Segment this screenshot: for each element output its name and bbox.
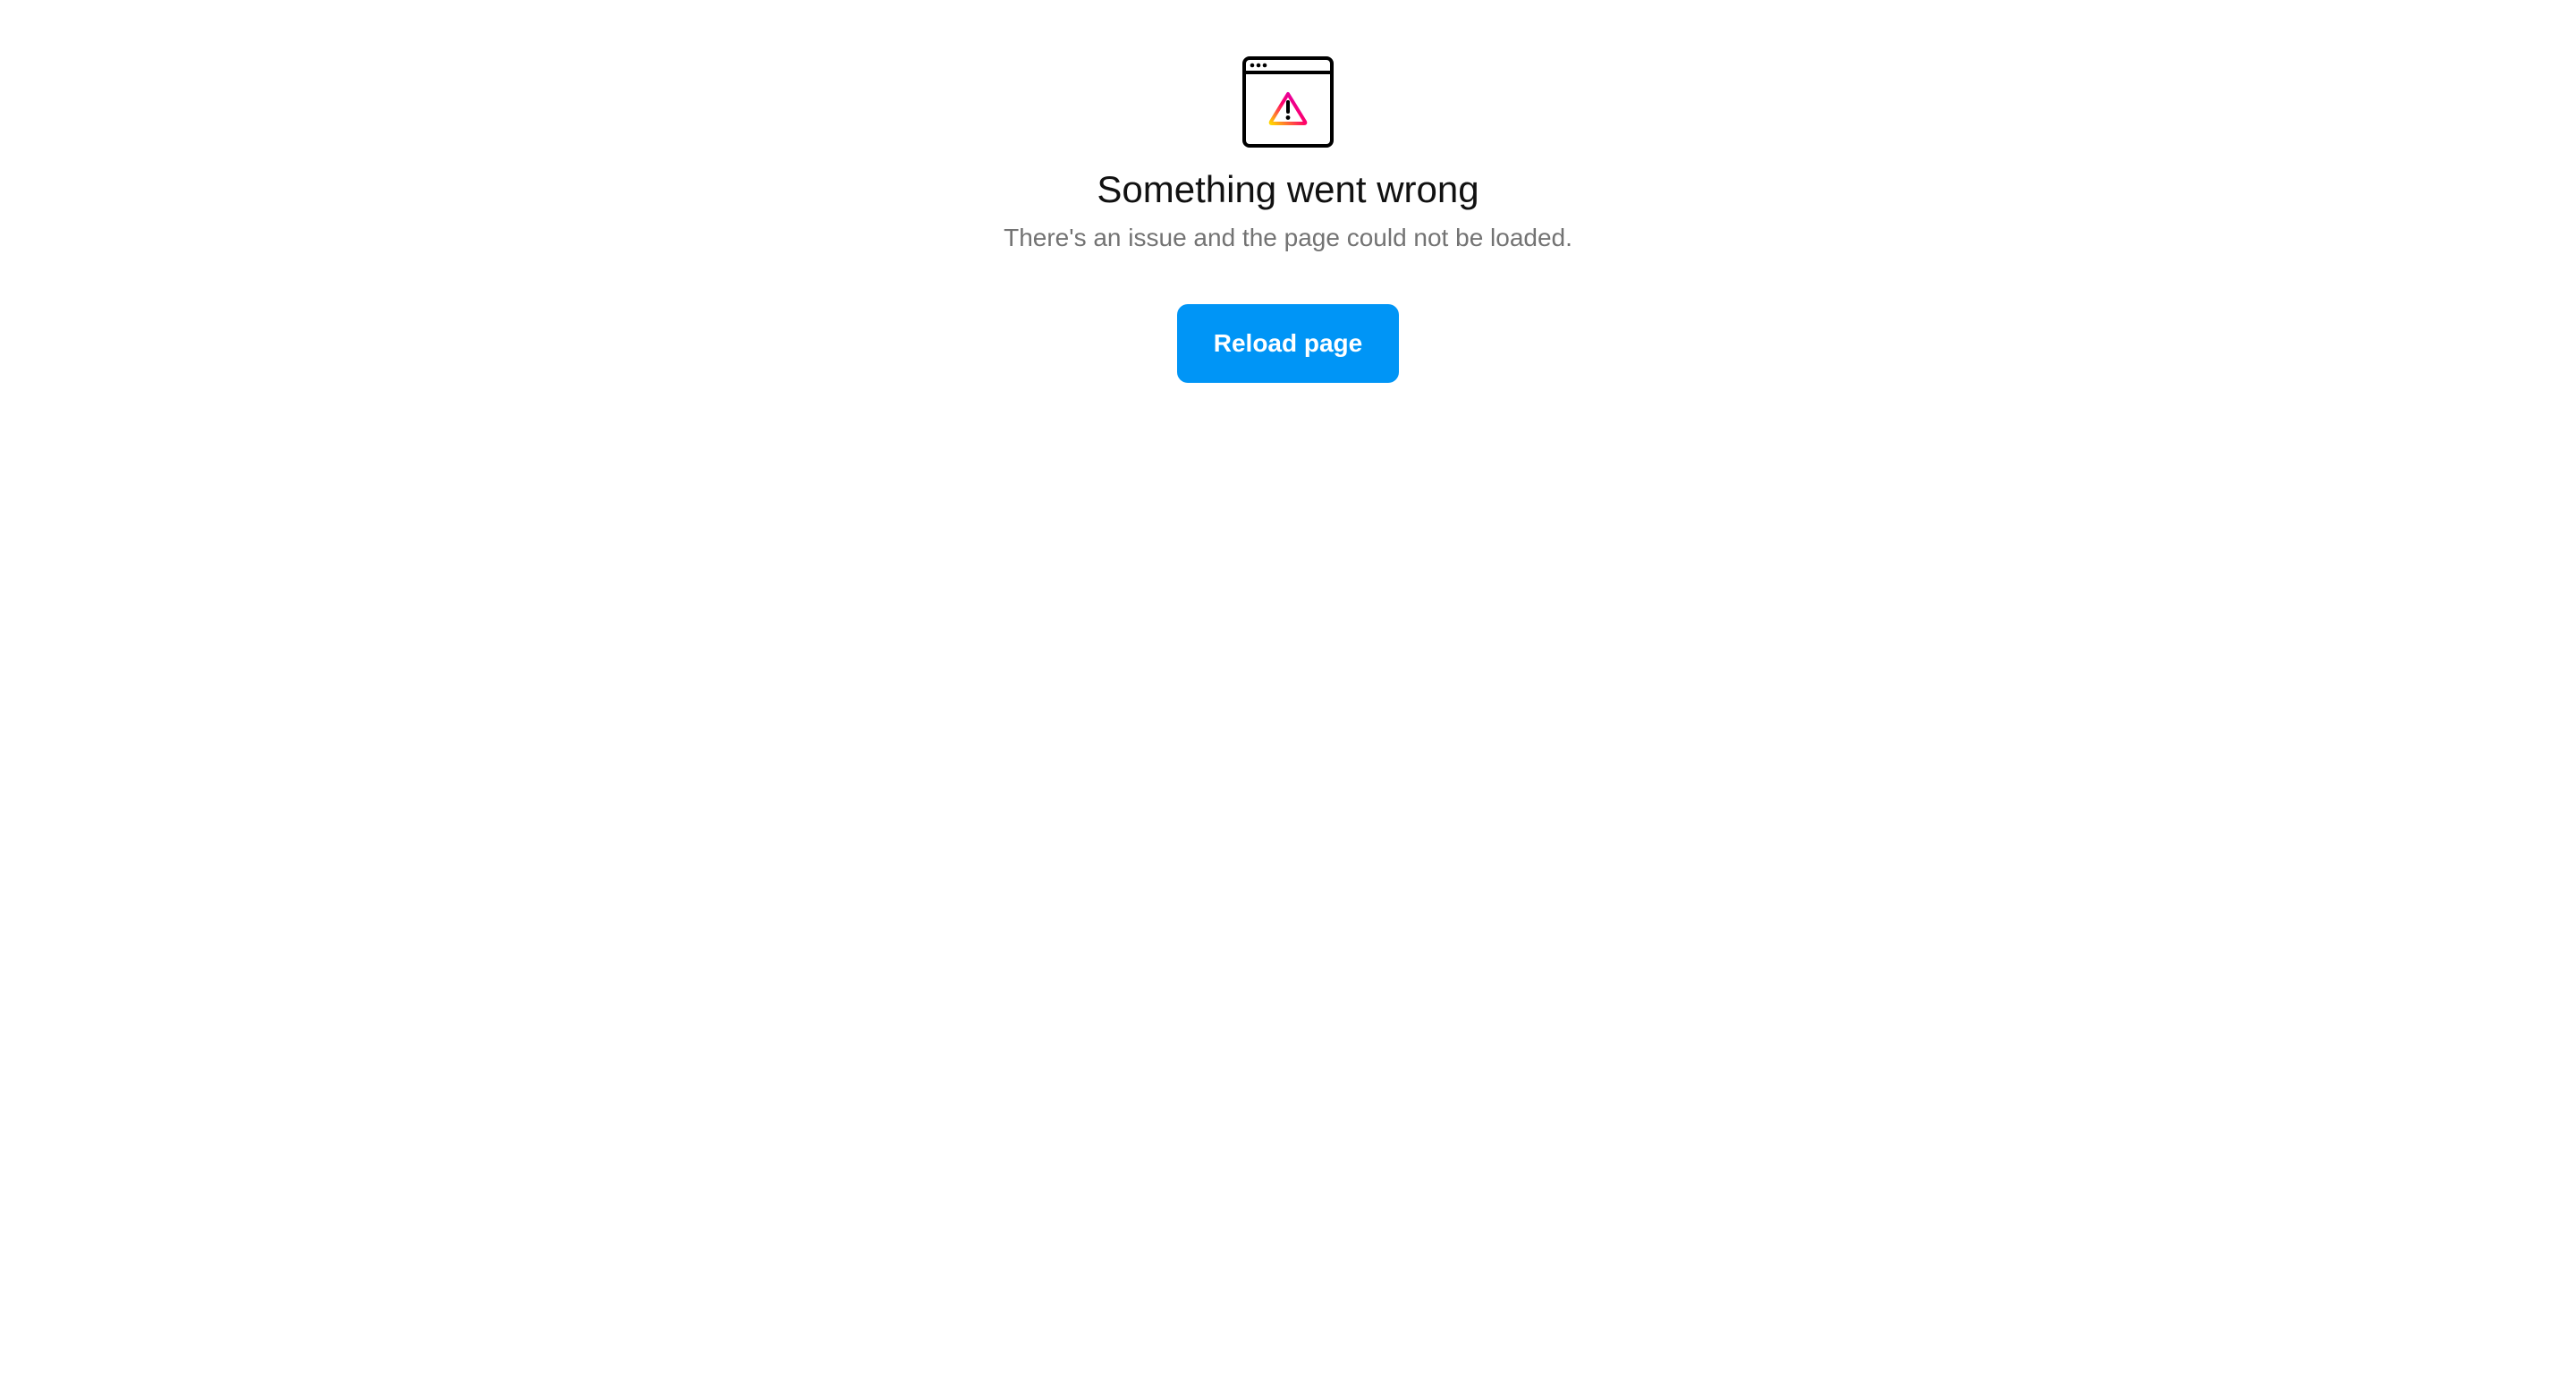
error-message: There's an issue and the page could not … <box>1004 224 1572 251</box>
error-page: Something went wrong There's an issue an… <box>0 0 2576 1374</box>
error-container: Something went wrong There's an issue an… <box>0 55 2576 383</box>
browser-window-warning-icon <box>1242 56 1334 148</box>
error-title: Something went wrong <box>1097 168 1479 210</box>
reload-page-button[interactable]: Reload page <box>1176 304 1400 383</box>
